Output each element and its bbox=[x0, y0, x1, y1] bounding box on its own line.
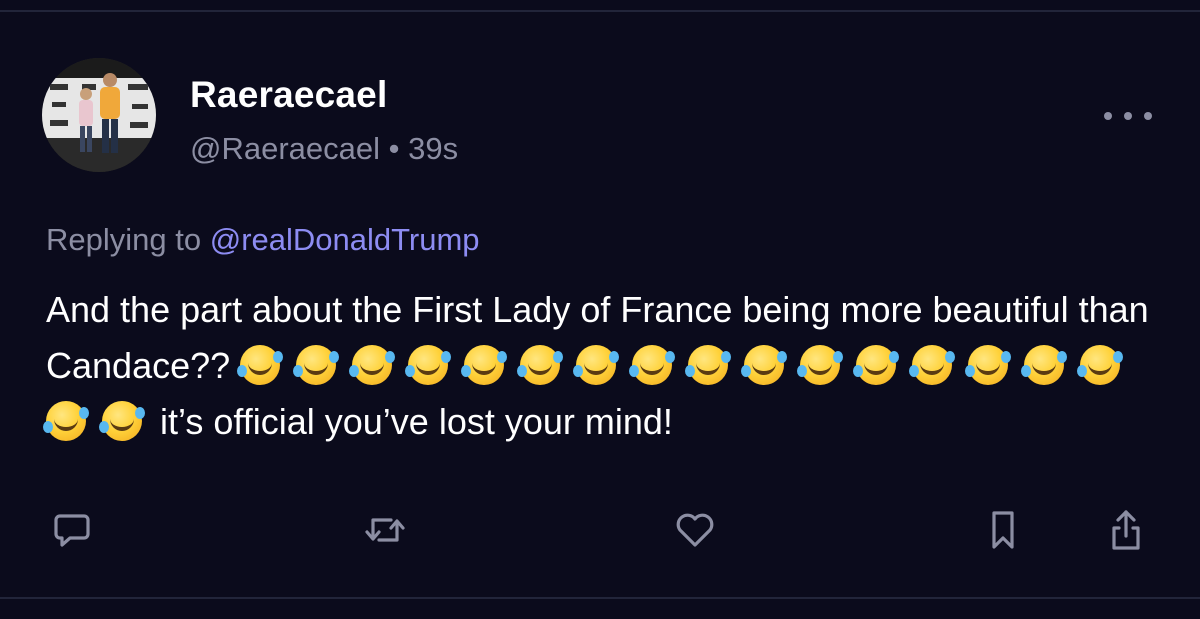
bottom-divider bbox=[0, 597, 1200, 599]
rofl-emoji bbox=[293, 345, 337, 385]
dot bbox=[1104, 112, 1112, 120]
share-icon[interactable] bbox=[1098, 502, 1154, 558]
tweet-text-part2: it’s official you’ve lost your mind! bbox=[160, 401, 673, 442]
rofl-emoji bbox=[1021, 345, 1065, 385]
handle-and-time: @Raeraecael • 39s bbox=[190, 131, 458, 167]
rofl-emoji bbox=[573, 345, 617, 385]
rofl-emoji bbox=[1077, 345, 1121, 385]
replying-to-handle[interactable]: @realDonaldTrump bbox=[210, 222, 480, 257]
rofl-emoji bbox=[685, 345, 729, 385]
rofl-emoji bbox=[741, 345, 785, 385]
rofl-emoji bbox=[517, 345, 561, 385]
avatar[interactable] bbox=[42, 58, 156, 172]
rofl-emoji bbox=[43, 401, 86, 441]
rofl-emoji bbox=[909, 345, 953, 385]
rofl-emoji bbox=[349, 345, 393, 385]
top-divider bbox=[0, 10, 1200, 12]
replying-to: Replying to @realDonaldTrump bbox=[46, 222, 480, 258]
rofl-emoji bbox=[405, 345, 449, 385]
bookmark-icon[interactable] bbox=[975, 502, 1031, 558]
rofl-emoji bbox=[237, 345, 281, 385]
action-bar bbox=[0, 502, 1200, 558]
rofl-emoji bbox=[797, 345, 841, 385]
post-time: 39s bbox=[408, 131, 459, 166]
meta-separator: • bbox=[388, 131, 400, 166]
dot bbox=[1124, 112, 1132, 120]
rofl-emoji bbox=[629, 345, 673, 385]
rofl-emoji bbox=[853, 345, 897, 385]
rofl-emoji bbox=[99, 401, 142, 441]
more-dots-icon[interactable] bbox=[1104, 104, 1152, 128]
replying-to-label: Replying to bbox=[46, 222, 202, 257]
display-name[interactable]: Raeraecael bbox=[190, 74, 387, 116]
heart-icon[interactable] bbox=[667, 502, 723, 558]
tweet-text: And the part about the First Lady of Fra… bbox=[43, 282, 1166, 450]
rofl-emoji bbox=[461, 345, 505, 385]
comment-icon[interactable] bbox=[44, 502, 100, 558]
rofl-emoji bbox=[965, 345, 1009, 385]
user-handle[interactable]: @Raeraecael bbox=[190, 131, 380, 166]
avatar-photo bbox=[42, 58, 156, 172]
dot bbox=[1144, 112, 1152, 120]
retweet-icon[interactable] bbox=[357, 502, 413, 558]
